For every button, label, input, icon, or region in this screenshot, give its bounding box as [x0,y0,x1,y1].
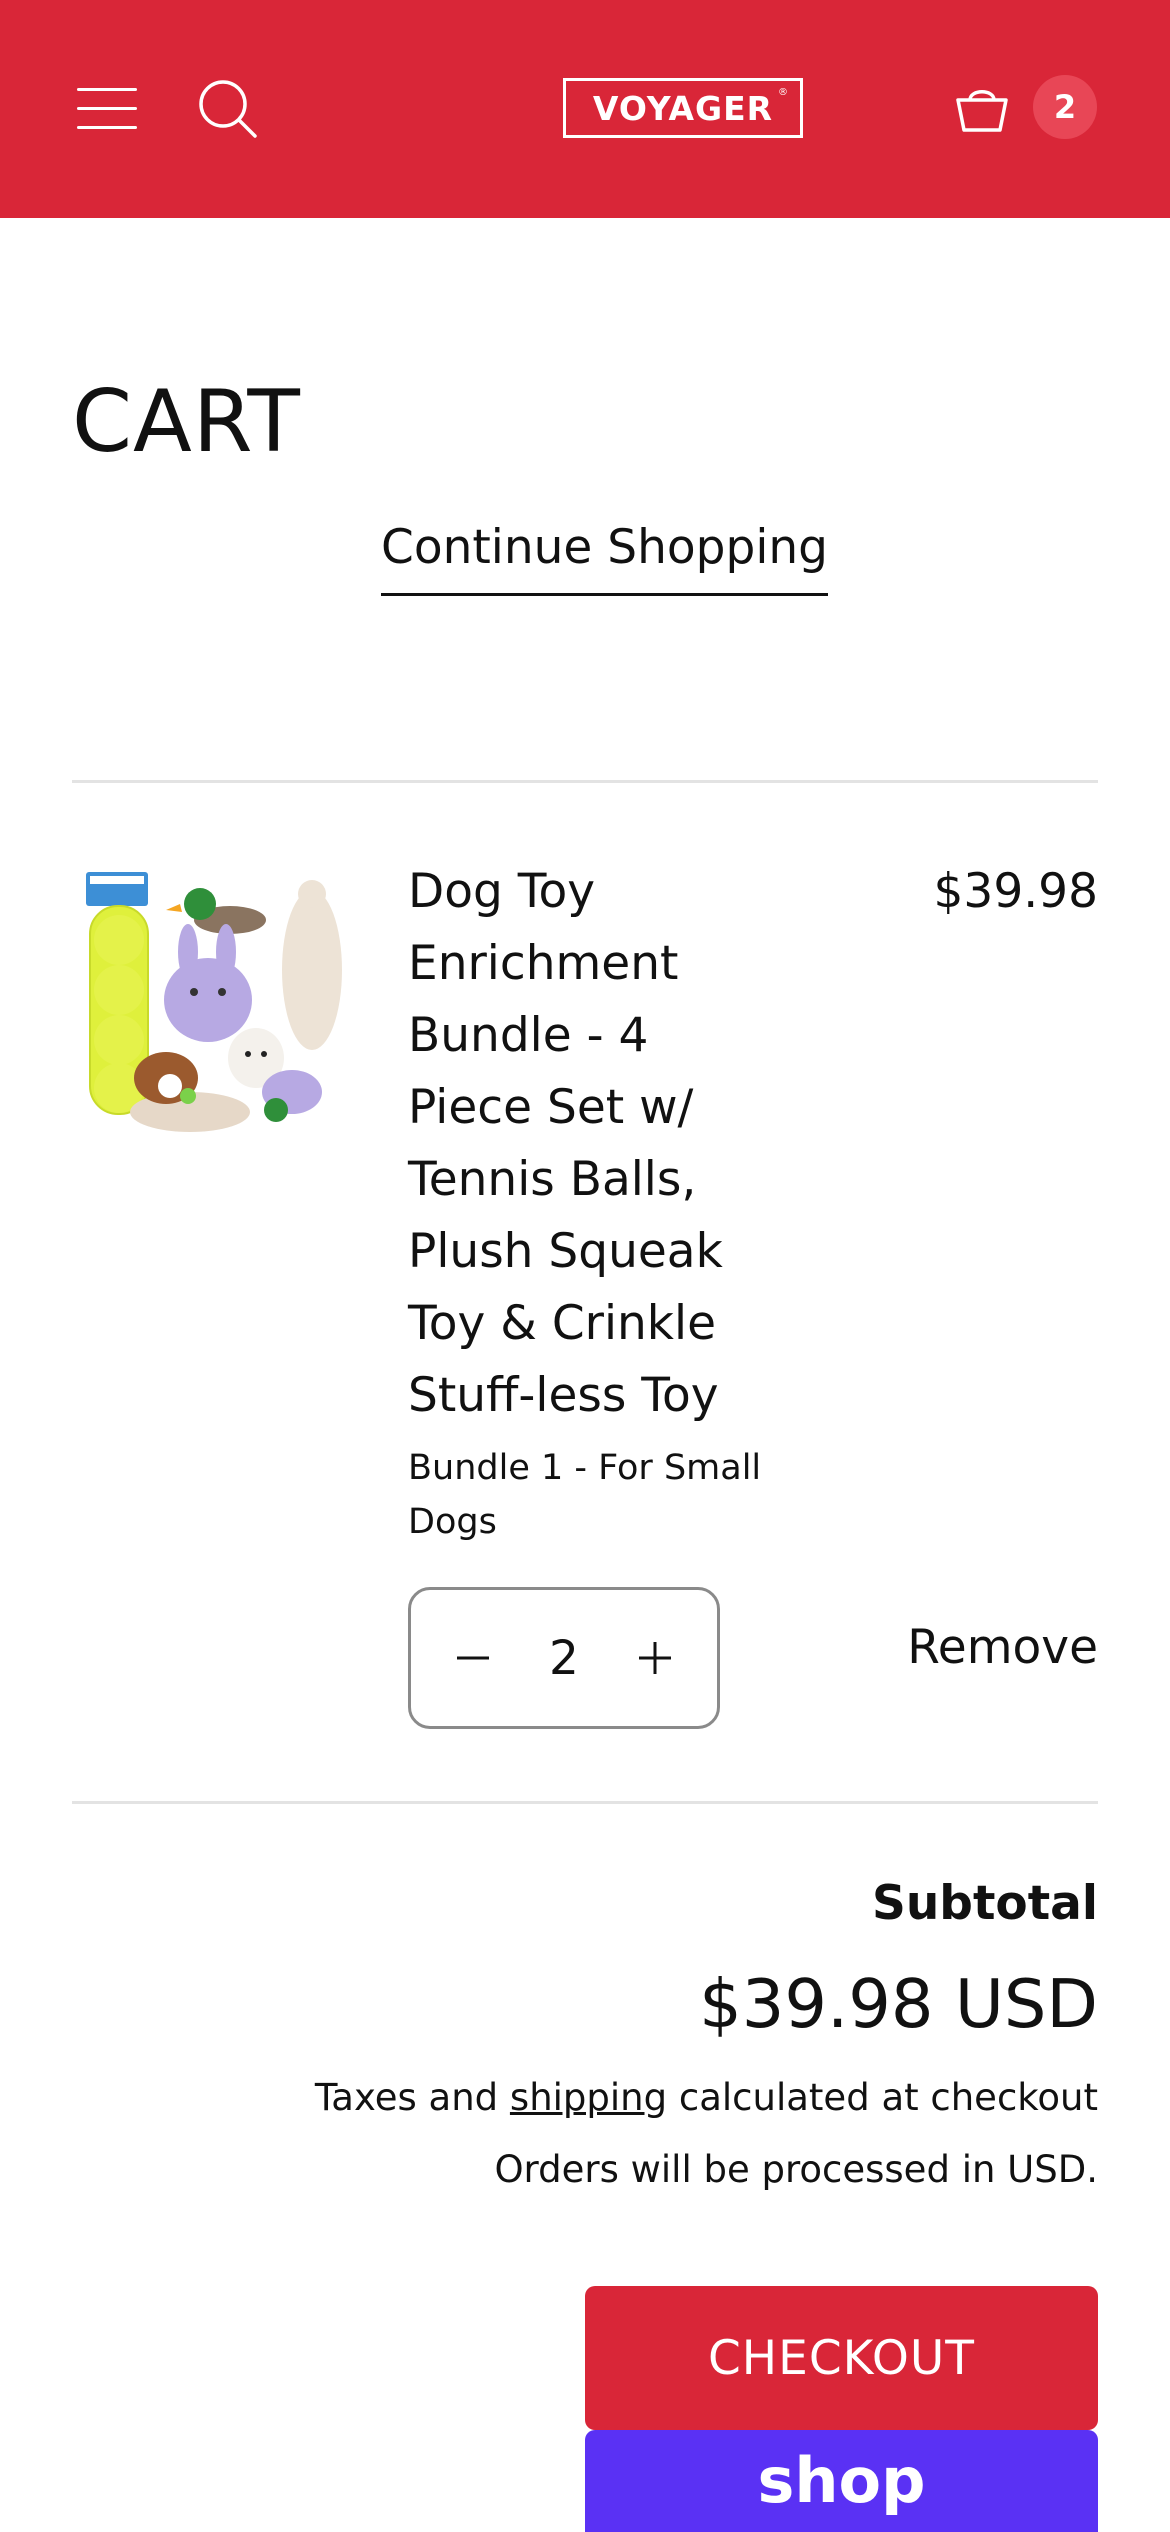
quantity-stepper: 2 [408,1587,720,1729]
product-image[interactable] [80,860,360,1140]
search-icon[interactable] [197,78,259,140]
brand-logo[interactable]: VOYAGER ® [563,78,803,138]
quantity-value[interactable]: 2 [511,1590,617,1726]
product-title[interactable]: Dog Toy Enrichment Bundle - 4 Piece Set … [408,856,768,1432]
checkout-button[interactable]: CHECKOUT [585,2286,1098,2430]
divider [72,1801,1098,1804]
taxes-suffix: calculated at checkout [667,2076,1098,2119]
product-price: $39.98 [933,864,1098,919]
taxes-prefix: Taxes and [314,2076,510,2119]
minus-icon [457,1656,489,1660]
cart-count-badge[interactable]: 2 [1033,75,1097,139]
shipping-policy-link[interactable]: shipping [510,2076,667,2119]
page-title: CART [72,372,301,472]
hamburger-menu-icon[interactable] [77,88,137,130]
registered-mark: ® [778,87,788,98]
subtotal-label: Subtotal [871,1876,1098,1931]
product-variant: Bundle 1 - For Small Dogs [408,1448,762,1542]
continue-shopping-link[interactable]: Continue Shopping [381,520,829,596]
taxes-note: Taxes and shipping calculated at checkou… [315,2076,1098,2119]
increase-quantity-button[interactable] [623,1626,687,1690]
site-header: VOYAGER ® 2 [0,0,1170,218]
currency-note: Orders will be processed in USD. [494,2148,1098,2191]
subtotal-value: $39.98 USD [699,1965,1098,2043]
decrease-quantity-button[interactable] [441,1626,505,1690]
divider [72,780,1098,783]
remove-item-button[interactable]: Remove [907,1620,1098,1675]
basket-icon[interactable] [954,80,1010,136]
shop-pay-button[interactable]: shop [585,2430,1098,2532]
plus-icon [639,1642,671,1674]
logo-text: VOYAGER [592,88,774,128]
